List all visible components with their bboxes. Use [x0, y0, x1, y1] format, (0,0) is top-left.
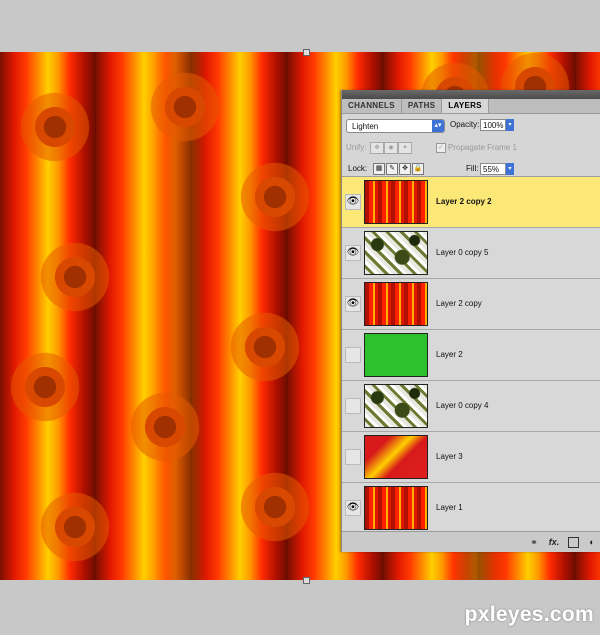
layers-panel: CHANNELS PATHS LAYERS Lighten ▴▾ Opacity…	[341, 90, 600, 552]
layer-name: Layer 2	[436, 350, 463, 359]
transform-handle-bottom[interactable]	[303, 577, 310, 584]
layer-name: Layer 1	[436, 503, 463, 512]
unify-row: Unify: ✥ ◉ ✦ ✓ Propagate Frame 1	[342, 136, 600, 158]
blend-mode-value: Lighten	[352, 122, 379, 131]
sunflower	[240, 472, 310, 542]
sunflower	[230, 312, 300, 382]
eye-hidden-icon[interactable]: 👁	[345, 449, 361, 465]
sunflower	[20, 92, 90, 162]
layer-thumbnail	[364, 180, 428, 224]
fill-label: Fill:	[466, 164, 479, 173]
eye-icon[interactable]: 👁	[345, 245, 361, 261]
layer-row[interactable]: 👁 Layer 2 copy 2	[342, 177, 600, 228]
opacity-input[interactable]: 100%	[480, 119, 506, 131]
fx-icon[interactable]: fx.	[548, 536, 560, 548]
sunflower	[130, 392, 200, 462]
blend-row: Lighten ▴▾ Opacity: 100% ▾	[342, 114, 600, 136]
sunflower	[40, 492, 110, 562]
unify-style-icon[interactable]: ✦	[398, 142, 412, 154]
chevron-updown-icon: ▴▾	[432, 120, 444, 132]
adjustment-icon[interactable]: ◐	[586, 536, 598, 548]
layers-list: 👁 Layer 2 copy 2 👁 Layer 0 copy 5 👁 Laye…	[342, 176, 600, 533]
lock-brush-icon[interactable]: ✎	[386, 163, 398, 175]
eye-icon[interactable]: 👁	[345, 500, 361, 516]
watermark: pxleyes.com	[464, 603, 594, 626]
panel-footer: ⚭ fx. ◐	[342, 531, 600, 552]
eye-hidden-icon[interactable]: 👁	[345, 398, 361, 414]
layer-row[interactable]: 👁 Layer 0 copy 4	[342, 381, 600, 432]
opacity-dropdown-icon[interactable]: ▾	[506, 119, 514, 131]
lock-transparency-icon[interactable]: ▦	[373, 163, 385, 175]
sunflower	[40, 242, 110, 312]
layer-thumbnail	[364, 435, 428, 479]
tab-paths[interactable]: PATHS	[402, 99, 443, 113]
unify-visibility-icon[interactable]: ◉	[384, 142, 398, 154]
layer-row[interactable]: 👁 Layer 3	[342, 432, 600, 483]
tab-channels[interactable]: CHANNELS	[342, 99, 402, 113]
panel-title-bar[interactable]	[342, 90, 600, 99]
layer-name: Layer 0 copy 5	[436, 248, 489, 257]
panel-tabs: CHANNELS PATHS LAYERS	[342, 99, 600, 114]
layer-row[interactable]: 👁 Layer 2 copy	[342, 279, 600, 330]
lock-move-icon[interactable]: ✥	[399, 163, 411, 175]
sunflower	[150, 72, 220, 142]
unify-label: Unify:	[346, 143, 367, 152]
layer-name: Layer 2 copy 2	[436, 197, 492, 206]
blend-mode-select[interactable]: Lighten ▴▾	[346, 119, 445, 133]
tab-layers[interactable]: LAYERS	[442, 99, 489, 113]
eye-icon[interactable]: 👁	[345, 296, 361, 312]
layer-row[interactable]: 👁 Layer 1	[342, 483, 600, 533]
eye-hidden-icon[interactable]: 👁	[345, 347, 361, 363]
fill-dropdown-icon[interactable]: ▾	[506, 163, 514, 175]
transform-handle-top[interactable]	[303, 49, 310, 56]
layer-thumbnail	[364, 486, 428, 530]
mask-icon[interactable]	[568, 537, 579, 548]
eye-icon[interactable]: 👁	[345, 194, 361, 210]
layer-row[interactable]: 👁 Layer 0 copy 5	[342, 228, 600, 279]
layer-row[interactable]: 👁 Layer 2	[342, 330, 600, 381]
layer-name: Layer 3	[436, 452, 463, 461]
layer-thumbnail	[364, 231, 428, 275]
fill-input[interactable]: 55%	[480, 163, 506, 175]
lock-all-icon[interactable]: 🔒	[412, 163, 424, 175]
layer-name: Layer 0 copy 4	[436, 401, 489, 410]
sunflower	[240, 162, 310, 232]
sunflower	[10, 352, 80, 422]
link-icon[interactable]: ⚭	[528, 536, 540, 548]
propagate-checkbox[interactable]: ✓	[436, 143, 446, 153]
opacity-label: Opacity:	[450, 120, 480, 129]
propagate-label: Propagate Frame 1	[448, 143, 517, 152]
layer-thumbnail	[364, 384, 428, 428]
lock-label: Lock:	[348, 164, 368, 173]
layer-thumbnail	[364, 333, 428, 377]
layer-thumbnail	[364, 282, 428, 326]
layer-name: Layer 2 copy	[436, 299, 482, 308]
unify-position-icon[interactable]: ✥	[370, 142, 384, 154]
